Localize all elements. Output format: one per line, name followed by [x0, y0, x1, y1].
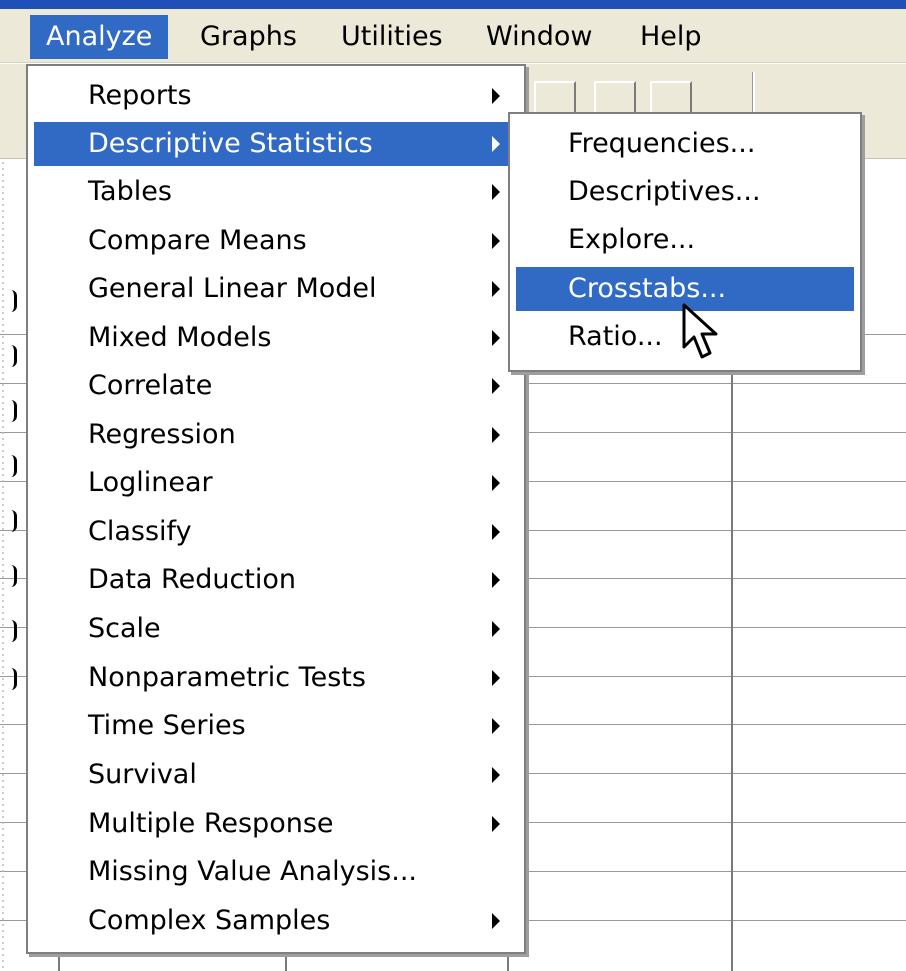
menu-item-loglinear[interactable]: Loglinear [34, 461, 518, 505]
menu-item-label: Ratio... [568, 321, 663, 352]
menu-item-classify[interactable]: Classify [34, 510, 518, 554]
menu-item-label: Descriptive Statistics [88, 128, 373, 159]
menu-item-mixed-models[interactable]: Mixed Models [34, 316, 518, 360]
submenu-item-explore[interactable]: Explore... [516, 218, 854, 262]
row-marker [10, 455, 17, 477]
menu-item-nonparametric-tests[interactable]: Nonparametric Tests [34, 656, 518, 700]
triangle-right-icon [492, 475, 500, 491]
triangle-right-icon [492, 136, 500, 152]
menu-item-regression[interactable]: Regression [34, 413, 518, 457]
menu-item-data-reduction[interactable]: Data Reduction [34, 558, 518, 602]
triangle-right-icon [492, 524, 500, 540]
row-gutter [0, 160, 6, 971]
triangle-right-icon [492, 233, 500, 249]
triangle-right-icon [492, 718, 500, 734]
menubar-item-window[interactable]: Window [470, 15, 608, 59]
menu-item-missing-value-analysis[interactable]: Missing Value Analysis... [34, 850, 518, 894]
menu-item-label: General Linear Model [88, 273, 377, 304]
menu-item-label: Complex Samples [88, 905, 331, 936]
triangle-right-icon [492, 330, 500, 346]
triangle-right-icon [492, 427, 500, 443]
analyze-menu: Reports Descriptive Statistics Tables Co… [26, 64, 526, 954]
triangle-right-icon [492, 572, 500, 588]
menu-item-label: Regression [88, 419, 236, 450]
triangle-right-icon [492, 378, 500, 394]
menu-item-label: Mixed Models [88, 322, 272, 353]
menu-item-label: Correlate [88, 370, 213, 401]
window-titlebar [0, 0, 906, 9]
menu-item-correlate[interactable]: Correlate [34, 364, 518, 408]
triangle-right-icon [492, 670, 500, 686]
submenu-item-frequencies[interactable]: Frequencies... [516, 122, 854, 166]
menu-item-label: Classify [88, 516, 192, 547]
menu-item-time-series[interactable]: Time Series [34, 704, 518, 748]
triangle-right-icon [492, 621, 500, 637]
menubar-item-analyze[interactable]: Analyze [30, 15, 169, 59]
menubar-item-utilities[interactable]: Utilities [325, 15, 459, 59]
menu-item-label: Scale [88, 613, 161, 644]
menu-item-descriptive-statistics[interactable]: Descriptive Statistics [34, 122, 518, 166]
row-marker [10, 510, 17, 532]
menu-item-survival[interactable]: Survival [34, 753, 518, 797]
menu-item-label: Nonparametric Tests [88, 662, 366, 693]
menubar-item-help[interactable]: Help [624, 15, 718, 59]
row-marker [10, 620, 17, 642]
triangle-right-icon [492, 184, 500, 200]
menu-item-label: Loglinear [88, 467, 213, 498]
row-marker [10, 345, 17, 367]
menu-item-compare-means[interactable]: Compare Means [34, 219, 518, 263]
row-marker [10, 400, 17, 422]
arrow-pointer-icon [682, 303, 718, 359]
menu-item-complex-samples[interactable]: Complex Samples [34, 899, 518, 943]
menu-item-label: Reports [88, 80, 192, 111]
triangle-right-icon [492, 913, 500, 929]
menu-item-multiple-response[interactable]: Multiple Response [34, 802, 518, 846]
submenu-item-descriptives[interactable]: Descriptives... [516, 170, 854, 214]
menubar: Analyze Graphs Utilities Window Help [0, 9, 906, 63]
row-marker [10, 565, 17, 587]
triangle-right-icon [492, 281, 500, 297]
menu-item-label: Data Reduction [88, 564, 297, 595]
row-marker [10, 290, 17, 312]
menu-item-label: Survival [88, 759, 197, 790]
menu-item-label: Compare Means [88, 225, 307, 256]
menu-item-scale[interactable]: Scale [34, 607, 518, 651]
triangle-right-icon [492, 816, 500, 832]
menu-item-label: Multiple Response [88, 808, 334, 839]
triangle-right-icon [492, 767, 500, 783]
row-marker [10, 668, 17, 690]
menu-item-label: Time Series [88, 710, 246, 741]
menu-item-tables[interactable]: Tables [34, 170, 518, 214]
menu-item-label: Explore... [568, 224, 696, 255]
menu-item-reports[interactable]: Reports [34, 74, 518, 118]
triangle-right-icon [492, 88, 500, 104]
menu-item-label: Tables [88, 176, 172, 207]
menubar-item-graphs[interactable]: Graphs [184, 15, 313, 59]
menu-item-label: Missing Value Analysis... [88, 856, 417, 887]
menu-item-general-linear-model[interactable]: General Linear Model [34, 267, 518, 311]
menu-item-label: Frequencies... [568, 128, 756, 159]
menu-item-label: Descriptives... [568, 176, 761, 207]
